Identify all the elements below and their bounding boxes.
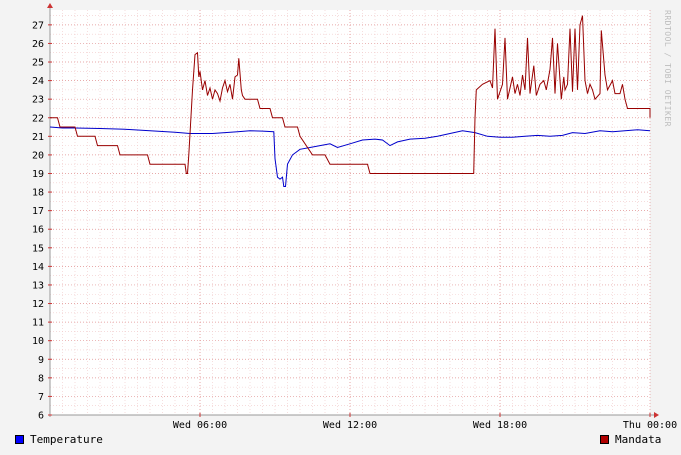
- y-tick-label: 12: [32, 299, 44, 310]
- y-tick-label: 16: [32, 225, 44, 236]
- x-tick-label: Wed 18:00: [473, 420, 527, 431]
- y-tick-label: 19: [32, 169, 44, 180]
- legend-label-temperature: Temperature: [30, 433, 103, 446]
- y-tick-label: 25: [32, 58, 44, 69]
- x-axis-arrow: [654, 412, 659, 418]
- y-tick-label: 15: [32, 243, 44, 254]
- mandata-swatch: [600, 435, 609, 444]
- y-tick-label: 20: [32, 150, 44, 161]
- x-tick-label: Wed 12:00: [323, 420, 377, 431]
- y-tick-label: 21: [32, 132, 44, 143]
- y-tick-label: 8: [38, 373, 44, 384]
- watermark: RRDTOOL / TOBI OETIKER: [663, 10, 672, 127]
- legend-item-temperature: Temperature: [15, 433, 103, 446]
- y-tick-label: 14: [32, 262, 44, 273]
- y-tick-label: 7: [38, 392, 44, 403]
- y-tick-label: 26: [32, 39, 44, 50]
- chart: 6 7 8 9 10 11 12 13 14 15 16 17 18 19 20 21 22 23 24 25 26 27…: [32, 3, 677, 431]
- y-axis-arrow: [47, 3, 53, 8]
- x-tick-label: Thu 00:00: [623, 420, 677, 431]
- y-tick-label: 9: [38, 355, 44, 366]
- legend-item-mandata: Mandata: [600, 433, 661, 446]
- y-tick-label: 17: [32, 206, 44, 217]
- y-tick-label: 6: [38, 411, 44, 422]
- legend-label-mandata: Mandata: [615, 433, 662, 446]
- x-axis-ticks: Wed 06:00 Wed 12:00 Wed 18:00 Thu 00:00: [173, 413, 677, 431]
- y-tick-label: 11: [32, 318, 44, 329]
- y-tick-label: 22: [32, 113, 44, 124]
- temperature-swatch: [15, 435, 24, 444]
- y-tick-label: 10: [32, 336, 44, 347]
- y-tick-label: 27: [32, 20, 44, 31]
- y-tick-label: 13: [32, 280, 44, 291]
- y-axis-ticks: 6 7 8 9 10 11 12 13 14 15 16 17 18 19 20 21 22 23 24 25 26 27: [32, 20, 52, 422]
- y-tick-label: 23: [32, 95, 44, 106]
- y-tick-label: 18: [32, 188, 44, 199]
- y-tick-label: 24: [32, 76, 44, 87]
- x-tick-label: Wed 06:00: [173, 420, 227, 431]
